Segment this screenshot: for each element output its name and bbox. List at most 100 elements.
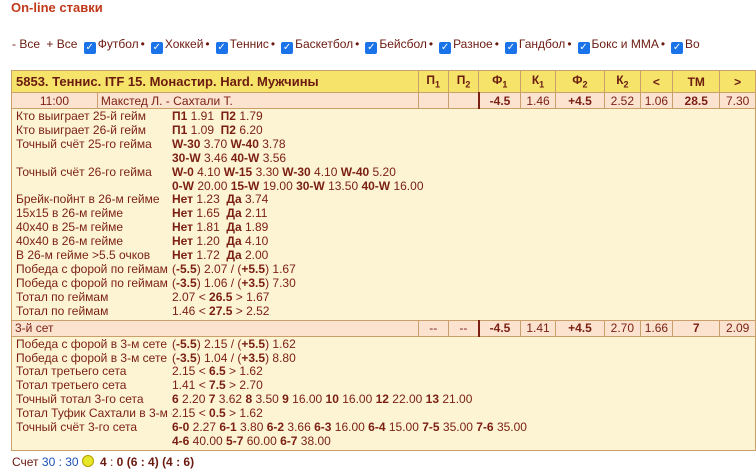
filter-item[interactable]: ✓ Во: [671, 37, 700, 54]
bet-odd-value[interactable]: > 1.62: [226, 406, 263, 420]
bet-outcome[interactable]: Нет: [172, 206, 193, 220]
bet-outcome[interactable]: 40-W: [231, 151, 260, 165]
filter-item[interactable]: ✓ Хоккей •: [150, 37, 213, 54]
bet-odd-value[interactable]: 2.15 <: [172, 406, 209, 420]
bet-odd-value[interactable]: 3.80: [237, 420, 267, 434]
bet-outcome[interactable]: +3.5: [241, 276, 265, 290]
bet-odd-value[interactable]: 3.56: [259, 151, 286, 165]
bet-outcome[interactable]: 10: [326, 392, 339, 406]
bet-outcome[interactable]: 40-W: [361, 179, 390, 193]
bet-odd-value[interactable]: 1.65: [193, 206, 226, 220]
filter-item[interactable]: ✓ Футбол •: [83, 37, 148, 54]
bet-odd-value[interactable]: > 1.67: [232, 290, 270, 304]
bet-odd-value[interactable]: ) 1.67: [265, 262, 296, 276]
bet-outcome[interactable]: Нет: [172, 192, 193, 206]
bet-odd-value[interactable]: 22.00: [389, 392, 426, 406]
bet-odd-value[interactable]: 5.20: [369, 165, 396, 179]
bet-outcome[interactable]: Нет: [172, 220, 193, 234]
bet-odd-value[interactable]: 2.11: [242, 206, 267, 220]
bet-outcome[interactable]: +5.5: [241, 337, 265, 351]
filter-item[interactable]: ✓ Бейсбол •: [365, 37, 436, 54]
bet-odd-value[interactable]: 2.07 <: [172, 290, 209, 304]
bet-odd-value[interactable]: 6.20: [236, 123, 262, 137]
bet-outcome[interactable]: 30-W: [296, 179, 325, 193]
bet-odd-value[interactable]: 35.00: [494, 420, 527, 434]
bet-odd-value[interactable]: 2.00: [242, 248, 268, 262]
bet-outcome[interactable]: -5.5: [176, 337, 197, 351]
set-name[interactable]: 3-й сет: [11, 319, 419, 337]
bet-outcome[interactable]: 12: [376, 392, 389, 406]
bet-outcome[interactable]: Да: [226, 220, 241, 234]
set-odd-under[interactable]: 1.66: [639, 319, 674, 337]
bet-odd-value[interactable]: 1.46 <: [172, 304, 209, 318]
bet-odd-value[interactable]: ) 2.15 / (: [197, 337, 242, 351]
odd-k2[interactable]: 2.52: [604, 92, 641, 109]
bet-odd-value[interactable]: 3.66: [284, 420, 314, 434]
bet-outcome[interactable]: П1: [172, 123, 187, 137]
bet-outcome[interactable]: W-40: [341, 165, 369, 179]
event-title[interactable]: 5853. Теннис. ITF 15. Монастир. Hard. Му…: [11, 70, 419, 93]
bet-odd-value[interactable]: 35.00: [440, 420, 477, 434]
bet-outcome[interactable]: П2: [221, 109, 236, 123]
bet-outcome[interactable]: +5.5: [241, 262, 265, 276]
bet-odd-value[interactable]: 3.78: [259, 137, 285, 151]
bet-odd-value[interactable]: 40.00: [189, 434, 226, 448]
checkbox-checked-icon[interactable]: ✓: [504, 42, 517, 54]
bet-odd-value[interactable]: ) 8.80: [265, 351, 296, 365]
bet-outcome[interactable]: Да: [226, 192, 241, 206]
bet-outcome[interactable]: 6-4: [368, 420, 385, 434]
bet-outcome[interactable]: Да: [226, 206, 241, 220]
bet-outcome[interactable]: -3.5: [176, 276, 197, 290]
bet-outcome[interactable]: 15-W: [231, 179, 260, 193]
bet-odd-value[interactable]: 1.41 <: [172, 378, 209, 392]
bet-outcome[interactable]: W-40: [230, 137, 258, 151]
bet-odd-value[interactable]: 1.89: [242, 220, 268, 234]
bet-odd-value[interactable]: 13.50: [325, 179, 362, 193]
bet-odd-value[interactable]: 1.81: [193, 220, 226, 234]
bet-outcome[interactable]: 30-W: [172, 151, 201, 165]
set-odd-p2[interactable]: --: [447, 319, 480, 337]
bet-odd-value[interactable]: 20.00: [194, 179, 231, 193]
bet-outcome[interactable]: 7-5: [422, 420, 439, 434]
bet-odd-value[interactable]: 4.10: [242, 234, 268, 248]
bet-odd-value[interactable]: 3.62: [215, 392, 245, 406]
filter-item[interactable]: ✓ Теннис •: [215, 37, 279, 54]
bet-outcome[interactable]: 6: [172, 392, 179, 406]
bet-outcome[interactable]: 6-7: [280, 434, 297, 448]
bet-odd-value[interactable]: 3.50: [252, 392, 282, 406]
checkbox-checked-icon[interactable]: ✓: [671, 42, 684, 54]
bet-odd-value[interactable]: > 2.70: [226, 378, 263, 392]
odd-p2[interactable]: [447, 92, 480, 109]
bet-odd-value[interactable]: > 2.52: [232, 304, 270, 318]
bet-odd-value[interactable]: 1.23: [193, 192, 226, 206]
bet-odd-value[interactable]: ) 1.62: [265, 337, 296, 351]
bet-odd-value[interactable]: 2.20: [179, 392, 209, 406]
bet-odd-value[interactable]: 16.00: [390, 179, 423, 193]
bet-outcome[interactable]: 13: [426, 392, 439, 406]
bet-outcome[interactable]: -5.5: [176, 262, 197, 276]
match-teams[interactable]: Макстед Л. - Сахтали Т.: [96, 92, 419, 109]
bet-odd-value[interactable]: 16.00: [331, 420, 368, 434]
set-odd-k2[interactable]: 2.70: [604, 319, 641, 337]
bet-odd-value[interactable]: 4.10: [311, 165, 341, 179]
select-all-link[interactable]: + Все: [46, 37, 77, 51]
bet-outcome[interactable]: Да: [226, 234, 241, 248]
odd-k1[interactable]: 1.46: [520, 92, 556, 109]
bet-outcome[interactable]: 4-6: [172, 434, 189, 448]
checkbox-checked-icon[interactable]: ✓: [215, 42, 228, 54]
set-odd-over[interactable]: 2.09: [719, 319, 756, 337]
bet-odd-value[interactable]: 38.00: [297, 434, 331, 448]
checkbox-checked-icon[interactable]: ✓: [577, 42, 590, 54]
bet-odd-value[interactable]: 4.10: [194, 165, 224, 179]
bet-outcome[interactable]: П2: [221, 123, 236, 137]
bet-outcome[interactable]: 6-2: [267, 420, 284, 434]
bet-odd-value[interactable]: ) 2.07 / (: [197, 262, 242, 276]
bet-outcome[interactable]: 6-3: [314, 420, 331, 434]
filter-item[interactable]: ✓ Бокс и ММА •: [577, 37, 669, 54]
bet-odd-value[interactable]: 1.72: [193, 248, 226, 262]
bet-outcome[interactable]: Нет: [172, 234, 193, 248]
bet-outcome[interactable]: 6-1: [219, 420, 236, 434]
checkbox-checked-icon[interactable]: ✓: [150, 42, 163, 54]
bet-odd-value[interactable]: 1.20: [193, 234, 226, 248]
bet-odd-value[interactable]: 1.79: [236, 109, 262, 123]
